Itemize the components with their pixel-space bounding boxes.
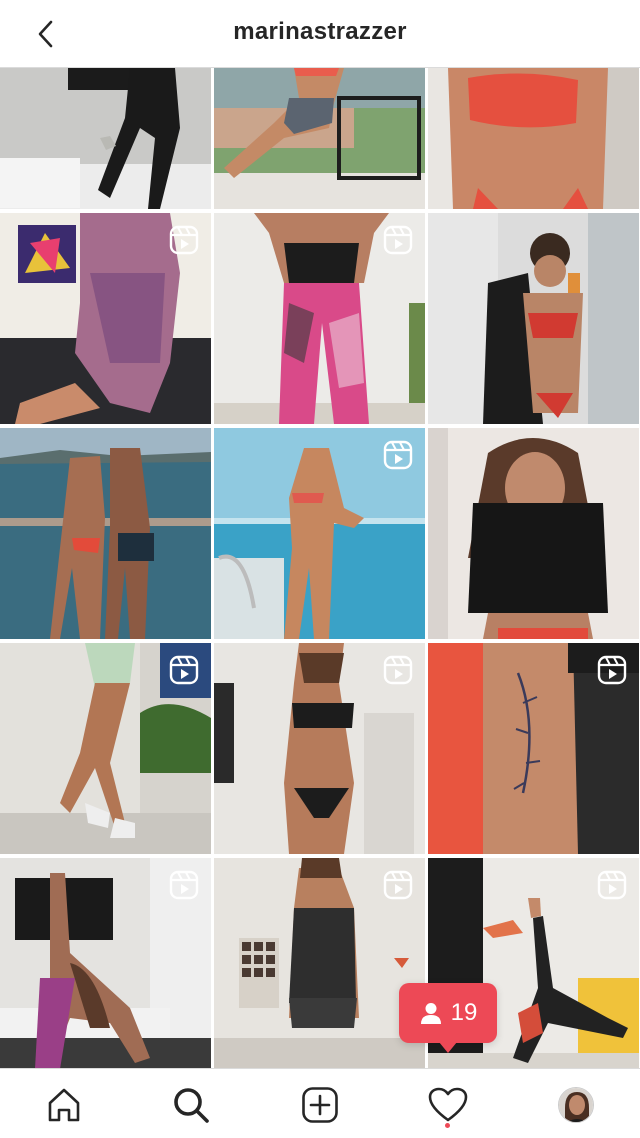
profile-username: marinastrazzer [233,18,407,45]
post-thumbnail-5[interactable] [214,213,425,424]
post-thumbnail-11[interactable] [214,643,425,854]
profile-header: marinastrazzer [0,0,640,68]
post-thumbnail-2[interactable] [214,68,425,209]
post-image [428,68,639,209]
post-image [0,428,211,639]
search-icon [174,1088,209,1123]
post-thumbnail-3[interactable] [428,68,639,209]
post-thumbnail-7[interactable] [0,428,211,639]
new-post-icon [302,1087,338,1123]
reels-icon [383,655,413,685]
reels-icon [169,225,199,255]
post-thumbnail-1[interactable] [0,68,211,209]
tab-new-post[interactable] [298,1083,342,1127]
post-thumbnail-9[interactable] [428,428,639,639]
post-thumbnail-13[interactable] [0,858,211,1068]
person-icon [420,1003,441,1024]
post-thumbnail-12[interactable] [428,643,639,854]
follower-notification-badge[interactable]: 19 [399,983,497,1053]
post-image [428,428,639,639]
activity-dot [445,1123,450,1128]
reels-icon [597,655,627,685]
profile-avatar [558,1087,594,1123]
post-image [0,68,211,209]
reels-icon [383,225,413,255]
heart-icon [428,1087,468,1122]
notification-count: 19 [450,999,478,1026]
post-image [214,68,425,209]
post-thumbnail-4[interactable] [0,213,211,424]
tab-profile[interactable] [554,1083,598,1127]
reels-icon [383,870,413,900]
tab-search[interactable] [169,1083,213,1127]
tab-home[interactable] [42,1083,86,1127]
post-image [428,213,639,424]
post-thumbnail-6[interactable] [428,213,639,424]
tab-activity[interactable] [426,1083,470,1127]
post-thumbnail-14[interactable] [214,858,425,1068]
home-icon [48,1088,80,1122]
bottom-tab-bar [0,1068,640,1138]
reels-icon [597,870,627,900]
reels-icon [383,440,413,470]
post-thumbnail-10[interactable] [0,643,211,854]
post-thumbnail-8[interactable] [214,428,425,639]
reels-icon [169,870,199,900]
posts-grid [0,68,640,1068]
reels-icon [169,655,199,685]
